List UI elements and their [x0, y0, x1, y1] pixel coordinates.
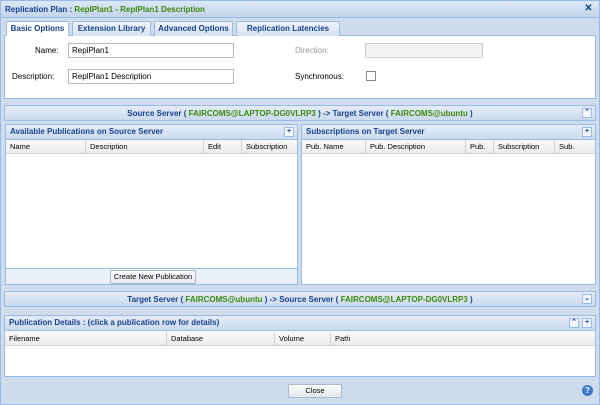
help-icon[interactable]: ?: [582, 385, 593, 396]
s2t-prefix: Source Server (: [127, 109, 187, 118]
column-pub[interactable]: Pub.: [466, 140, 494, 153]
create-new-publication-button[interactable]: Create New Publication: [110, 270, 196, 284]
subscriptions-panel: Subscriptions on Target Server + Pub. Na…: [301, 124, 596, 285]
t2s-source-server: FAIRCOMS@LAPTOP-DG0VLRP3: [340, 295, 468, 304]
column-subscription[interactable]: Subscription: [242, 140, 297, 153]
synchronous-checkbox[interactable]: [366, 71, 376, 81]
collapse-up-icon[interactable]: ⌃: [582, 108, 592, 118]
add-detail-icon[interactable]: +: [582, 318, 592, 328]
publications-footer: Create New Publication: [6, 268, 297, 284]
column-subscription-target[interactable]: Subscription: [494, 140, 555, 153]
column-name[interactable]: Name: [6, 140, 86, 153]
close-icon[interactable]: ✕: [583, 4, 594, 15]
available-publications-panel: Available Publications on Source Server …: [5, 124, 298, 285]
column-path[interactable]: Path: [331, 332, 595, 345]
column-sub[interactable]: Sub.: [555, 140, 595, 153]
collapse-details-icon[interactable]: ⌃: [569, 318, 579, 328]
expand-down-icon[interactable]: ⌄: [582, 294, 592, 304]
s2t-suffix: ): [470, 109, 473, 118]
column-volume[interactable]: Volume: [275, 332, 331, 345]
name-input[interactable]: ReplPlan1: [68, 43, 234, 58]
column-description[interactable]: Description: [86, 140, 204, 153]
source-to-target-bar: Source Server ( FAIRCOMS@LAPTOP-DG0VLRP3…: [4, 105, 596, 121]
close-button[interactable]: Close: [288, 384, 342, 398]
add-subscription-icon[interactable]: +: [582, 127, 592, 137]
available-publications-header: Available Publications on Source Server …: [6, 125, 297, 140]
window-titlebar: Replication Plan : ReplPlan1 - ReplPlan1…: [1, 1, 599, 18]
column-pub-name[interactable]: Pub. Name: [302, 140, 366, 153]
direction-label: Direction:: [295, 46, 329, 55]
description-input[interactable]: ReplPlan1 Description: [68, 69, 234, 84]
t2s-prefix: Target Server (: [127, 295, 184, 304]
tab-replication-latencies[interactable]: Replication Latencies: [236, 21, 340, 36]
add-publication-icon[interactable]: +: [284, 127, 294, 137]
t2s-suffix: ): [470, 295, 473, 304]
description-label: Description:: [12, 72, 55, 81]
name-label: Name:: [35, 46, 59, 55]
publication-details-header: Publication Details : (click a publicati…: [5, 316, 595, 331]
column-edit[interactable]: Edit: [204, 140, 242, 153]
publications-grid-header: Name Description Edit Subscription: [6, 140, 297, 154]
tab-basic-options[interactable]: Basic Options: [6, 21, 69, 37]
s2t-middle: ) -> Target Server (: [318, 109, 389, 118]
details-grid-header: Filename Database Volume Path: [5, 332, 595, 346]
basic-options-panel: Name: ReplPlan1 Description: ReplPlan1 D…: [4, 36, 596, 99]
column-filename[interactable]: Filename: [5, 332, 167, 345]
replication-plan-window: Replication Plan : ReplPlan1 - ReplPlan1…: [0, 0, 600, 405]
column-database[interactable]: Database: [167, 332, 275, 345]
available-publications-title: Available Publications on Source Server: [10, 127, 164, 136]
subscriptions-grid-header: Pub. Name Pub. Description Pub. Subscrip…: [302, 140, 595, 154]
window-title-plan: ReplPlan1 - ReplPlan1 Description: [74, 5, 206, 14]
publication-details-panel: Publication Details : (click a publicati…: [4, 315, 596, 377]
column-pub-description[interactable]: Pub. Description: [366, 140, 466, 153]
t2s-middle: ) -> Source Server (: [264, 295, 339, 304]
subscriptions-title: Subscriptions on Target Server: [306, 127, 425, 136]
s2t-target-server: FAIRCOMS@ubuntu: [390, 109, 468, 118]
target-to-source-bar: Target Server ( FAIRCOMS@ubuntu ) -> Sou…: [4, 291, 596, 307]
direction-input[interactable]: [365, 43, 483, 58]
subscriptions-header: Subscriptions on Target Server +: [302, 125, 595, 140]
tab-advanced-options[interactable]: Advanced Options: [154, 21, 233, 36]
tab-extension-library[interactable]: Extension Library: [72, 21, 151, 36]
s2t-source-server: FAIRCOMS@LAPTOP-DG0VLRP3: [188, 109, 316, 118]
t2s-target-server: FAIRCOMS@ubuntu: [185, 295, 263, 304]
tab-bar: Basic Options Extension Library Advanced…: [4, 19, 596, 37]
window-title-prefix: Replication Plan :: [5, 5, 73, 14]
publication-details-title: Publication Details : (click a publicati…: [9, 318, 220, 327]
synchronous-label: Synchronous:: [295, 72, 344, 81]
